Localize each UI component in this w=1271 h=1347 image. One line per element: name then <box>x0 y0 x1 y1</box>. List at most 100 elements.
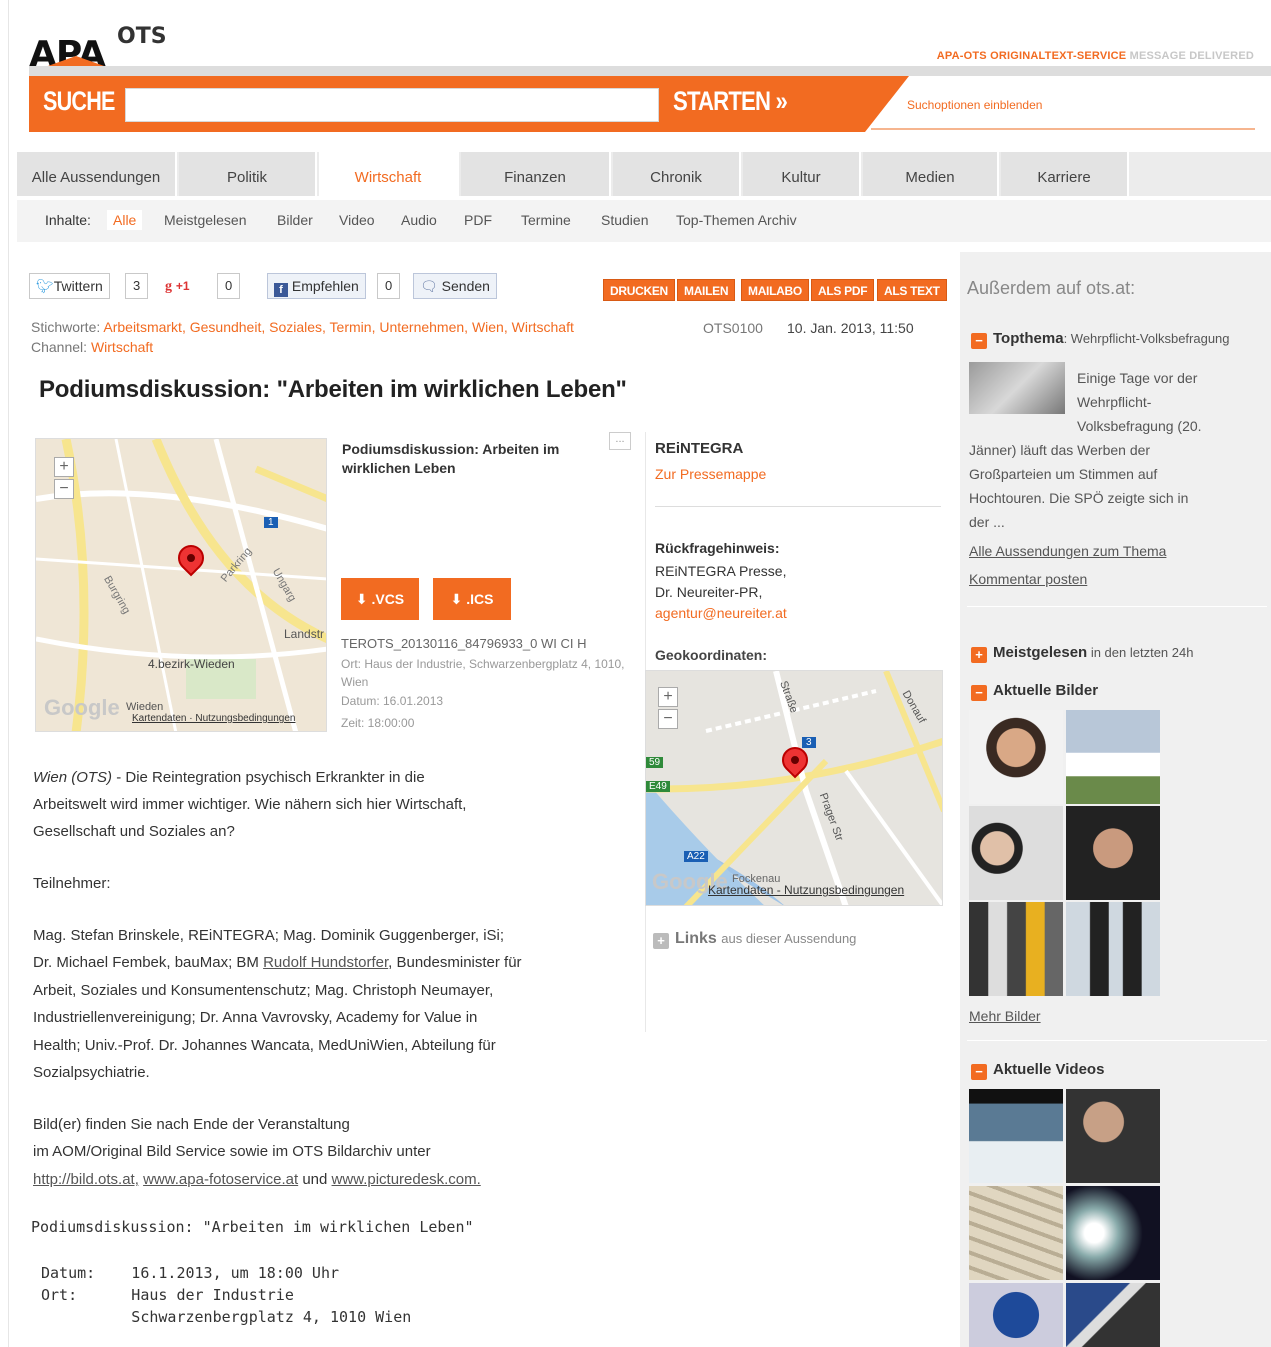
ics-label: .ICS <box>466 591 494 607</box>
keywords-links[interactable]: Arbeitsmarkt, Gesundheit, Soziales, Term… <box>103 319 573 335</box>
picturedesk-link[interactable]: www.picturedesk.com. <box>332 1171 481 1188</box>
bild-thumb-4[interactable] <box>1066 806 1160 900</box>
mail-button[interactable]: MAILEN <box>677 279 736 301</box>
channel-link[interactable]: Wirtschaft <box>91 339 153 355</box>
start-search-button[interactable]: STARTEN » <box>673 86 788 117</box>
topthema-heading[interactable]: − Topthema: Wehrpflicht-Volksbefragung <box>971 330 1230 349</box>
event-code: TEROTS_20130116_84796933_0 WI CI H <box>341 636 587 651</box>
twitter-button[interactable]: 🐦︎Twittern <box>29 273 110 299</box>
facebook-recommend-button[interactable]: f Empfehlen <box>267 273 366 299</box>
subnav-video[interactable]: Video <box>339 212 375 228</box>
all-releases-link[interactable]: Alle Aussendungen zum Thema <box>969 543 1166 559</box>
body-p1-text: - Die Reintegration psychisch Erkrankter… <box>112 769 425 786</box>
links-section[interactable]: + Links aus dieser Aussendung <box>653 930 856 949</box>
nav-politik[interactable]: Politik <box>179 152 317 196</box>
nav-alle-aussendungen[interactable]: Alle Aussendungen <box>17 152 177 196</box>
topthema-t6: Hochtouren. Die SPÖ zeigte sich in <box>969 490 1189 506</box>
map1-route-badge: 1 <box>264 517 278 528</box>
send-button[interactable]: 🗨︎ Senden <box>413 273 497 299</box>
bild-thumb-6[interactable] <box>1066 902 1160 996</box>
nav-kultur[interactable]: Kultur <box>743 152 861 196</box>
map2-credits[interactable]: Kartendaten - Nutzungsbedingungen <box>708 883 904 897</box>
aktuelle-bilder-label: Aktuelle Bilder <box>993 682 1099 699</box>
bild-ots-link[interactable]: http://bild.ots.at, <box>33 1171 139 1188</box>
mono-address: Schwarzenbergplatz 4, 1010 Wien <box>41 1308 412 1326</box>
bild-thumb-3[interactable] <box>969 806 1063 900</box>
sidebar-heading: Außerdem auf ots.at: <box>967 278 1136 298</box>
twitter-label: Twittern <box>53 278 103 294</box>
download-vcs-button[interactable]: ⬇︎ .VCS <box>341 578 419 620</box>
search-options-link[interactable]: Suchoptionen einblenden <box>907 98 1042 112</box>
collapse-topthema-icon: − <box>971 333 987 349</box>
subnav-studien[interactable]: Studien <box>601 212 648 228</box>
aktuelle-bilder-heading[interactable]: − Aktuelle Bilder <box>971 682 1098 701</box>
download-icon: ⬇︎ <box>450 591 463 607</box>
comment-link[interactable]: Kommentar posten <box>969 571 1087 587</box>
video-thumb-6[interactable] <box>1066 1283 1160 1347</box>
meistgelesen-heading[interactable]: + Meistgelesen in den letzten 24h <box>971 644 1193 663</box>
download-icon: ⬇︎ <box>355 591 368 607</box>
nav-medien[interactable]: Medien <box>863 152 999 196</box>
event-map[interactable]: + − 1 Burgring Parkring Ungarg Landstr 4… <box>35 438 327 732</box>
video-thumb-5[interactable] <box>969 1283 1063 1347</box>
subnav-label: Inhalte: <box>45 212 91 228</box>
sidebar-divider-2 <box>967 1040 1267 1041</box>
press-kit-link[interactable]: Zur Pressemappe <box>655 466 766 482</box>
map1-credits[interactable]: Kartendaten · Nutzungsbedingungen <box>132 713 295 724</box>
pdf-button[interactable]: ALS PDF <box>811 279 875 301</box>
map2-zoom-in[interactable]: + <box>658 687 678 707</box>
subnav-audio[interactable]: Audio <box>401 212 437 228</box>
search-rule <box>871 128 1255 130</box>
geo-map[interactable]: + − 3 Straße Prager Str Donauf A22 E49 5… <box>645 670 943 906</box>
map2-59-badge: 59 <box>646 757 664 768</box>
apa-ots-logo[interactable]: APA OTS <box>29 24 169 75</box>
contact-line-1: REiNTEGRA Presse, <box>655 563 787 579</box>
dateline: Wien (OTS) <box>33 769 113 786</box>
bild-thumb-5[interactable] <box>969 902 1063 996</box>
collapse-videos-icon: − <box>971 1064 987 1080</box>
body-p3-line4: Industriellenvereinigung; Dr. Anna Vavro… <box>33 1009 478 1026</box>
subnav-termine[interactable]: Termine <box>521 212 571 228</box>
map2-route-badge: 3 <box>802 737 816 748</box>
event-more-button[interactable]: ... <box>609 432 631 450</box>
mono-ort: Ort: Haus der Industrie <box>41 1286 294 1304</box>
tagline-b: MESSAGE DELIVERED <box>1129 50 1254 62</box>
topthema-image[interactable] <box>969 362 1065 414</box>
nav-wirtschaft[interactable]: Wirtschaft <box>319 152 459 196</box>
mailabo-button[interactable]: MAILABO <box>741 279 809 301</box>
video-thumb-4[interactable] <box>1066 1186 1160 1280</box>
map1-zoom-out[interactable]: − <box>54 479 74 499</box>
subnav-pdf[interactable]: PDF <box>464 212 492 228</box>
map2-zoom-out[interactable]: − <box>658 709 678 729</box>
search-input[interactable] <box>125 88 659 122</box>
subnav-alle[interactable]: Alle <box>107 210 143 230</box>
video-thumb-1[interactable] <box>969 1089 1063 1183</box>
map1-zoom-in[interactable]: + <box>54 457 74 477</box>
twitter-bird-icon: 🐦︎ <box>36 278 54 294</box>
video-thumb-3[interactable] <box>969 1186 1063 1280</box>
body-p1-line2: Arbeitswelt wird immer wichtiger. Wie nä… <box>33 796 467 813</box>
text-button[interactable]: ALS TEXT <box>877 279 947 301</box>
print-button[interactable]: DRUCKEN <box>603 279 675 301</box>
bild-thumb-2[interactable] <box>1066 710 1160 804</box>
subnav-top-themen-archiv[interactable]: Top-Themen Archiv <box>676 212 797 228</box>
subnav-bilder[interactable]: Bilder <box>277 212 313 228</box>
video-thumb-2[interactable] <box>1066 1089 1160 1183</box>
hundstorfer-link[interactable]: Rudolf Hundstorfer <box>263 954 388 971</box>
subnav-meistgelesen[interactable]: Meistgelesen <box>164 212 247 228</box>
apa-fotoservice-link[interactable]: www.apa-fotoservice.at <box>143 1171 298 1188</box>
bild-thumb-1[interactable] <box>969 710 1063 804</box>
nav-karriere[interactable]: Karriere <box>1001 152 1129 196</box>
facebook-label: Empfehlen <box>291 278 359 294</box>
topthema-label: Topthema <box>993 330 1064 347</box>
more-images-link[interactable]: Mehr Bilder <box>969 1008 1041 1024</box>
gplus-button[interactable]: g +1 <box>161 273 194 299</box>
nav-chronik[interactable]: Chronik <box>613 152 741 196</box>
topthema-text-bottom: Jänner) läuft das Werben der Großparteie… <box>969 438 1188 534</box>
nav-finanzen[interactable]: Finanzen <box>461 152 611 196</box>
contact-email-link[interactable]: agentur@neureiter.at <box>655 605 787 621</box>
aktuelle-videos-heading[interactable]: − Aktuelle Videos <box>971 1061 1104 1080</box>
page-title: Podiumsdiskussion: "Arbeiten im wirklich… <box>39 376 627 403</box>
download-ics-button[interactable]: ⬇︎ .ICS <box>433 578 511 620</box>
contact-label: Rückfragehinweis: <box>655 540 780 556</box>
